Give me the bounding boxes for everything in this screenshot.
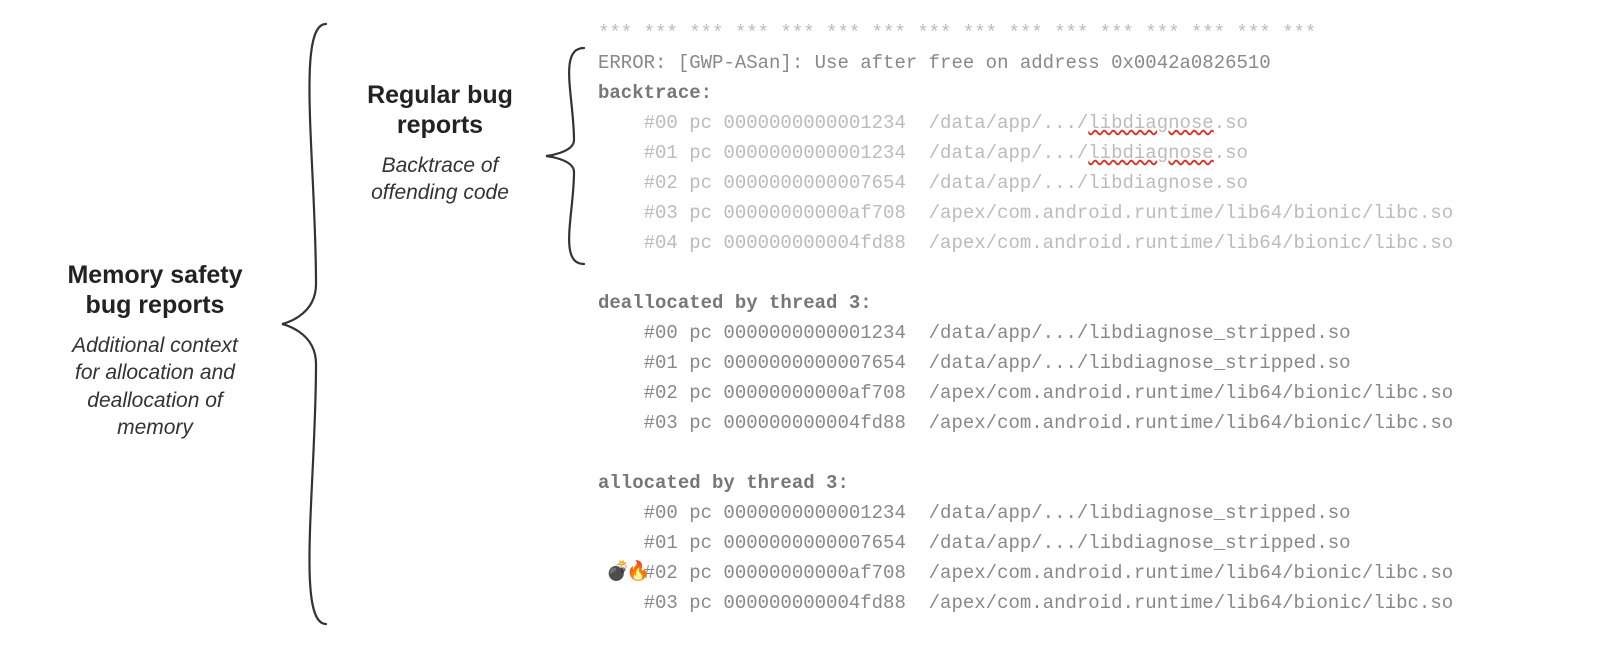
alloc-frame-2: #02 pc 00000000000af708 /apex/com.androi… [598, 562, 1453, 584]
bt-frame-0: #00 pc 0000000000001234 /data/app/.../li… [598, 112, 1248, 134]
outer-title-2: bug reports [86, 291, 225, 319]
brace-outer [276, 24, 336, 624]
backtrace-header: backtrace: [598, 82, 712, 104]
error-line: ERROR: [GWP-ASan]: Use after free on add… [598, 52, 1271, 74]
fire-icon: 🔥 [626, 557, 650, 587]
dealloc-frame-2: #02 pc 00000000000af708 /apex/com.androi… [598, 382, 1453, 404]
bt-frame-2: #02 pc 0000000000007654 /data/app/.../li… [598, 172, 1248, 194]
outer-sub-3: deallocation of [87, 389, 222, 412]
outer-sub-2: for allocation and [75, 361, 235, 384]
outer-title-1: Memory safety [67, 261, 242, 289]
dealloc-frame-1: #01 pc 0000000000007654 /data/app/.../li… [598, 352, 1351, 374]
alloc-frame-0: #00 pc 0000000000001234 /data/app/.../li… [598, 502, 1351, 524]
separator-line: *** *** *** *** *** *** *** *** *** *** … [598, 22, 1316, 44]
inner-title-2: reports [397, 111, 483, 139]
alloc-frame-3: #03 pc 000000000004fd88 /apex/com.androi… [598, 592, 1453, 614]
brace-inner [540, 48, 592, 264]
alloc-header: allocated by thread 3: [598, 472, 849, 494]
outer-label: Memory safetybug reports Additional cont… [40, 260, 270, 441]
bt-frame-4: #04 pc 000000000004fd88 /apex/com.androi… [598, 232, 1453, 254]
dealloc-header: deallocated by thread 3: [598, 292, 872, 314]
inner-sub-1: Backtrace of [382, 154, 499, 177]
bt-frame-1: #01 pc 0000000000001234 /data/app/.../li… [598, 142, 1248, 164]
bt-frame-3: #03 pc 00000000000af708 /apex/com.androi… [598, 202, 1453, 224]
inner-label: Regular bugreports Backtrace of offending… [340, 80, 540, 207]
dealloc-frame-3: #03 pc 000000000004fd88 /apex/com.androi… [598, 412, 1453, 434]
outer-sub-4: memory [117, 416, 193, 439]
inner-sub-2: offending code [371, 181, 509, 204]
inner-title-1: Regular bug [367, 81, 513, 109]
outer-sub-1: Additional context [72, 334, 238, 357]
crash-report: *** *** *** *** *** *** *** *** *** *** … [598, 18, 1453, 618]
alloc-frame-1: #01 pc 0000000000007654 /data/app/.../li… [598, 532, 1351, 554]
dealloc-frame-0: #00 pc 0000000000001234 /data/app/.../li… [598, 322, 1351, 344]
